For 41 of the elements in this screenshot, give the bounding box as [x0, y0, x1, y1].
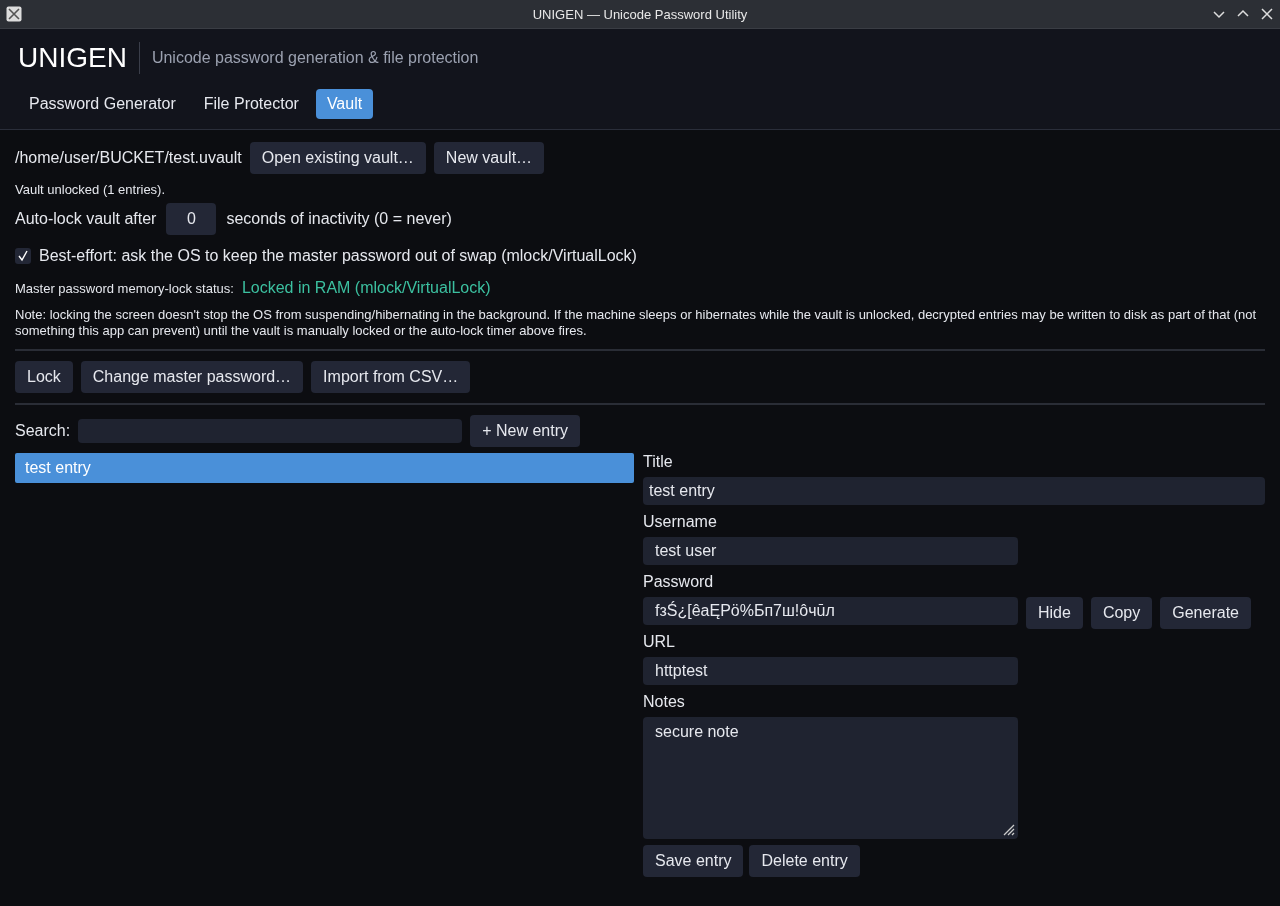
field-button[interactable]: Copy [1090, 597, 1153, 629]
autolock-label: seconds of inactivity (0 = never) [226, 210, 452, 228]
field-label: Password [643, 573, 715, 592]
action-button[interactable]: Lock [15, 361, 73, 393]
tagline: Unicode password generation & file protection [151, 49, 479, 67]
entry-button[interactable]: Save entry [643, 845, 744, 877]
window-title: UNIGEN — Unicode Password Utility [532, 6, 748, 22]
close-icon[interactable] [1260, 7, 1274, 21]
search-field[interactable] [78, 419, 463, 443]
status-text: Vault unlocked (1 entries). [15, 182, 167, 197]
app-name: UNIGEN [18, 42, 127, 74]
field-label: Username [643, 513, 718, 532]
vault-button[interactable]: Open existing vault… [249, 142, 426, 174]
field-label: URL [643, 633, 676, 652]
password-field[interactable]: fзŚ¿[êaĘPö%Бп7ш!ôчūл [643, 597, 1018, 625]
tab[interactable]: Password Generator [18, 89, 187, 119]
input-field[interactable]: httptest [643, 657, 1018, 685]
vault-path: /home/user/BUCKET/test.uvault [15, 149, 242, 167]
note-text: Note: locking the screen doesn't stop the OS from suspending/hibernating in the background. If the machine sleeps or hibernates while the vault is unlocked, decrypted entries may be written to disk as part of that (not something this app can prevent) until the vault is manually locked or the auto-lock timer above fires. [15, 307, 1258, 339]
action-button[interactable]: Import from CSV… [311, 361, 471, 393]
checkbox-label[interactable]: Best-effort: ask the OS to keep the master password out of swap (mlock/VirtualLock) [39, 247, 637, 265]
field-label: Title [643, 453, 674, 472]
entry-button[interactable]: Delete entry [749, 845, 860, 877]
resize-grip-icon[interactable] [1001, 822, 1015, 836]
search-label: Search: [15, 422, 71, 440]
input-field[interactable]: test entry [643, 477, 1265, 505]
input-field[interactable]: test user [643, 537, 1018, 565]
memory-lock-status: Locked in RAM (mlock/VirtualLock) [241, 279, 491, 297]
field-label: Notes [643, 693, 686, 712]
field-button[interactable]: Hide [1026, 597, 1083, 629]
vault-button[interactable]: New vault… [433, 142, 545, 174]
checkbox[interactable] [15, 248, 31, 264]
new-entry-button[interactable]: + New entry [470, 415, 580, 447]
autolock-label: Auto-lock vault after [15, 210, 157, 228]
tab[interactable]: File Protector [192, 89, 310, 119]
memory-lock-label: Master password memory-lock status: [15, 280, 234, 296]
notes-field[interactable]: secure note [643, 717, 1018, 839]
app-icon [6, 6, 22, 22]
action-button[interactable]: Change master password… [80, 361, 304, 393]
field-button[interactable]: Generate [1160, 597, 1251, 629]
seconds-field[interactable]: 0 [166, 203, 217, 235]
